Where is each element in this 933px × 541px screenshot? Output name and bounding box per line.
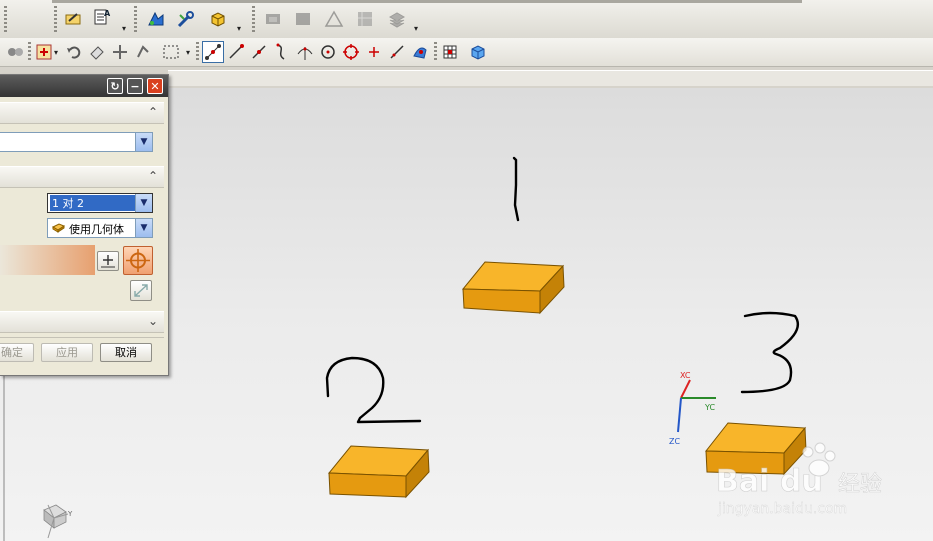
chevron-down-icon[interactable]: ▼ xyxy=(135,219,152,237)
mode-dropdown[interactable]: 1 对 2 ▼ xyxy=(47,193,153,213)
rotate-tool-icon[interactable] xyxy=(132,41,154,63)
document-text-icon[interactable]: A xyxy=(91,6,113,28)
absolute-triad: Y xyxy=(43,504,73,539)
minimize-icon[interactable]: − xyxy=(127,78,143,94)
toolbar-grip[interactable] xyxy=(54,6,57,32)
close-icon[interactable]: ✕ xyxy=(147,78,163,94)
ok-button[interactable]: 确定 xyxy=(0,343,34,362)
section-header-3[interactable]: ⌄ xyxy=(0,311,164,333)
grid-icon[interactable] xyxy=(439,41,461,63)
watermark-cn: 经验 xyxy=(838,472,882,497)
point-on-surface-icon[interactable] xyxy=(409,41,431,63)
main-toolbar: A ▾ ▾ ▾ xyxy=(0,0,933,39)
wcs-x-label: XC xyxy=(680,371,691,380)
handwritten-mark-2 xyxy=(325,356,422,424)
svg-text:A: A xyxy=(104,9,111,18)
snap-point-icon[interactable] xyxy=(202,41,224,63)
mid-point-icon[interactable] xyxy=(248,41,270,63)
add-point-icon xyxy=(101,255,115,268)
layer-icon[interactable] xyxy=(262,8,284,30)
geometry-dropdown[interactable]: 使用几何体 ▼ xyxy=(47,218,153,238)
cancel-button[interactable]: 取消 xyxy=(100,343,152,362)
wcs-y-label: YC xyxy=(704,403,715,412)
feature-blue-icon[interactable] xyxy=(145,8,167,30)
box-select-icon[interactable] xyxy=(160,41,182,63)
chevron-down-icon[interactable]: ▾ xyxy=(414,25,420,33)
sketch-pencil-icon[interactable] xyxy=(62,8,84,30)
toolbar-grip[interactable] xyxy=(434,42,437,62)
chevron-up-icon[interactable]: ⌃ xyxy=(148,105,158,119)
dialog-titlebar[interactable]: ↻ − ✕ xyxy=(0,75,168,97)
watermark-brand: Bai du xyxy=(716,464,823,499)
chevron-down-icon[interactable]: ⌄ xyxy=(148,314,158,328)
arc-center-icon[interactable] xyxy=(317,41,339,63)
section-header-1[interactable]: ⌃ xyxy=(0,102,164,124)
toolbar-grip[interactable] xyxy=(252,6,255,32)
eraser-icon[interactable] xyxy=(86,41,108,63)
solid-cube-icon[interactable] xyxy=(207,8,229,30)
wrench-tool-icon[interactable] xyxy=(175,8,197,30)
undo-arrow-icon[interactable] xyxy=(63,41,85,63)
add-point-button[interactable] xyxy=(97,251,119,271)
end-point-icon[interactable] xyxy=(225,41,247,63)
layer-fill-icon[interactable] xyxy=(292,8,314,30)
section-header-2[interactable]: ⌃ xyxy=(0,166,164,188)
toolbar-grip[interactable] xyxy=(196,42,199,62)
tab-strip-bar xyxy=(168,70,933,86)
chevron-up-icon[interactable]: ⌃ xyxy=(148,169,158,183)
quadrant-point-icon[interactable] xyxy=(340,41,362,63)
type-dropdown[interactable]: ▼ xyxy=(0,132,153,152)
wcs-z-label: ZC xyxy=(669,437,680,446)
specify-point-button[interactable] xyxy=(123,246,153,275)
toolbar-grip[interactable] xyxy=(134,6,137,32)
select-filter-icon[interactable] xyxy=(33,41,55,63)
chevron-down-icon[interactable]: ▾ xyxy=(122,25,128,33)
operation-dialog: ↻ − ✕ ⌃ ▼ ⌃ 1 对 2 ▼ 使用几何体 ▼ ⌄ 确定 应用 取消 xyxy=(0,74,169,376)
chevron-down-icon[interactable]: ▼ xyxy=(135,133,152,151)
existing-point-icon[interactable] xyxy=(363,41,385,63)
handwritten-mark-3 xyxy=(740,311,800,394)
chevron-down-icon[interactable]: ▾ xyxy=(186,49,192,57)
chevron-down-icon[interactable]: ▾ xyxy=(54,49,60,57)
section-view-icon[interactable] xyxy=(354,8,376,30)
snap-toolbar: ▾ ▾ xyxy=(0,38,933,67)
point-on-curve-icon[interactable] xyxy=(386,41,408,63)
toolbar-grip[interactable] xyxy=(4,6,7,32)
wcs-triad: XC YC ZC xyxy=(669,371,716,446)
chevron-down-icon[interactable]: ▼ xyxy=(135,194,152,212)
stack-layers-icon[interactable] xyxy=(386,8,408,30)
cube-view-icon[interactable] xyxy=(467,41,489,63)
toolbar-top-border xyxy=(52,0,802,3)
handwritten-mark-1 xyxy=(512,156,520,222)
geometry-block-icon xyxy=(51,222,66,233)
control-point-icon[interactable] xyxy=(271,41,293,63)
crosshair-icon xyxy=(126,249,150,272)
chevron-down-icon[interactable]: ▾ xyxy=(237,25,243,33)
geometry-dropdown-value: 使用几何体 xyxy=(69,223,124,236)
toolbar-grip[interactable] xyxy=(28,42,31,62)
selection-highlight-bar xyxy=(0,245,95,275)
expand-button[interactable] xyxy=(130,280,152,301)
abs-y-label: Y xyxy=(67,510,73,518)
apply-button[interactable]: 应用 xyxy=(41,343,93,362)
reset-icon[interactable]: ↻ xyxy=(107,78,123,94)
divider xyxy=(0,337,164,338)
block-1[interactable] xyxy=(461,261,565,315)
watermark-url: jingyan.baidu.com xyxy=(717,501,847,517)
expand-arrows-icon xyxy=(134,284,148,297)
move-icon[interactable] xyxy=(109,41,131,63)
block-2[interactable] xyxy=(327,445,430,499)
gear-group-icon[interactable] xyxy=(4,41,26,63)
triangle-icon[interactable] xyxy=(323,8,345,30)
intersection-icon[interactable] xyxy=(294,41,316,63)
mode-dropdown-value: 1 对 2 xyxy=(49,194,137,212)
